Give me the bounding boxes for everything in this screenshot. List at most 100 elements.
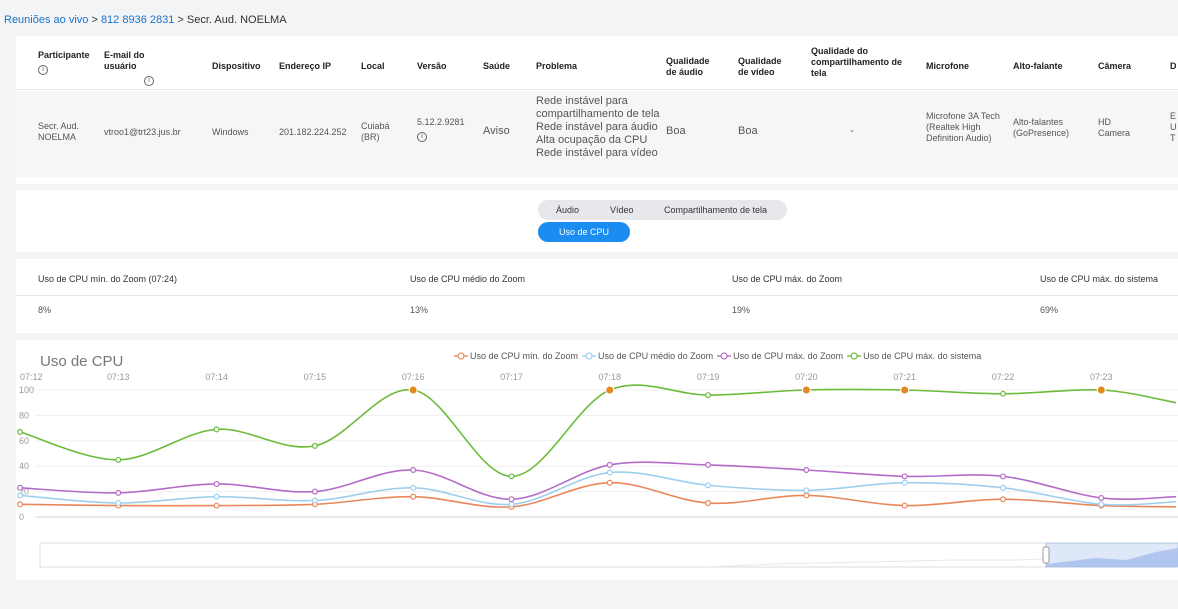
data-point	[410, 493, 417, 500]
cpu-stats: Uso de CPU mín. do Zoom (07:24) Uso de C…	[16, 259, 1178, 333]
col-qualidade-compartilhamento: Qualidade do compartilhamento de tela	[811, 46, 902, 79]
stat-label-system: Uso de CPU máx. do sistema	[1040, 274, 1159, 284]
cell-next-line2: U	[1170, 122, 1177, 132]
data-point	[508, 473, 515, 480]
tab-uso-de-cpu[interactable]: Uso de CPU	[538, 222, 630, 242]
x-tick-label: 07:12	[20, 372, 43, 382]
data-point	[705, 482, 712, 489]
data-point	[16, 492, 24, 499]
breadcrumb-link-meeting-id[interactable]: 812 8936 2831	[101, 14, 174, 26]
tab-compartilhamento[interactable]: Compartilhamento de tela	[664, 200, 767, 220]
data-point	[16, 428, 24, 435]
cell-local-line1: Cuiabá	[361, 121, 390, 131]
data-point	[115, 489, 122, 496]
problem-item: compartilhamento de tela	[536, 108, 660, 120]
divider	[16, 295, 1178, 296]
data-point	[311, 442, 318, 449]
cell-alto-falante: Alto-falantes (GoPresence)	[1013, 117, 1069, 139]
y-tick-label: 80	[19, 410, 29, 420]
data-point	[803, 487, 810, 494]
data-point	[1098, 494, 1105, 501]
metric-tabs: Áudio Vídeo Compartilhamento de tela Uso…	[16, 190, 1178, 252]
data-point	[999, 496, 1006, 503]
info-icon[interactable]: i	[38, 65, 48, 75]
x-tick-label: 07:23	[1090, 372, 1113, 382]
cell-qualidade-compartilhamento: -	[850, 125, 854, 137]
problem-item: Alta ocupação da CPU	[536, 134, 648, 146]
participants-table: Participante i E-mail do usuário i Disposi…	[16, 36, 1178, 184]
y-tick-label: 100	[19, 385, 34, 395]
data-point	[410, 467, 417, 474]
col-dispositivo: Dispositivo	[212, 61, 261, 71]
cell-camera-line1: HD	[1098, 117, 1111, 127]
cell-participante-line2: NOELMA	[38, 132, 77, 142]
col-qualidade-comp-line2: compartilhamento de	[811, 57, 903, 67]
cell-alto-falante-line1: Alto-falantes	[1013, 117, 1064, 127]
data-point	[901, 473, 908, 480]
tab-video[interactable]: Vídeo	[610, 200, 634, 220]
cell-dispositivo: Windows	[212, 127, 249, 137]
col-ip: Endereço IP	[279, 61, 332, 71]
legend-marker	[720, 352, 728, 360]
info-icon[interactable]: i	[417, 132, 427, 142]
cell-microfone-line3: Definition Audio)	[926, 133, 992, 143]
x-tick-label: 07:16	[402, 372, 425, 382]
stat-value-avg: 13%	[410, 305, 429, 315]
x-tick-label: 07:17	[500, 372, 523, 382]
problem-item: Rede instável para	[536, 95, 628, 107]
data-point	[410, 484, 417, 491]
cpu-chart-card: Uso de CPU 0 20 40 60 80 100 07:12 07:13 07:14 07…	[16, 340, 1178, 580]
stat-value-min: 8%	[38, 305, 52, 315]
breadcrumb-link-live-meetings[interactable]: Reuniões ao vivo	[4, 14, 88, 26]
data-point	[606, 469, 613, 476]
cell-alto-falante-line2: (GoPresence)	[1013, 128, 1070, 138]
breadcrumb-separator: >	[88, 14, 101, 26]
zoom-navigator	[39, 542, 1178, 568]
table-row[interactable]: Secr. Aud. NOELMA vtroo1@trt23.jus.br Win…	[16, 91, 1178, 177]
y-tick-label: 60	[19, 436, 29, 446]
zoom-handle[interactable]	[1042, 546, 1050, 564]
cell-next-line1: E	[1170, 111, 1177, 121]
data-point	[213, 493, 220, 500]
tab-audio[interactable]: Áudio	[556, 200, 579, 220]
highlight-point	[801, 385, 811, 395]
highlight-point	[408, 385, 418, 395]
col-next: D	[1170, 61, 1177, 71]
legend-label: Uso de CPU mín. do Zoom	[470, 351, 578, 361]
cell-problema: Rede instável para compartilhamento de t…	[536, 95, 660, 160]
breadcrumb-separator: >	[174, 14, 187, 26]
data-point	[311, 488, 318, 495]
cell-participante-line1: Secr. Aud.	[38, 121, 80, 131]
data-point	[115, 456, 122, 463]
y-tick-label: 40	[19, 461, 29, 471]
cell-microfone-line2: (Realtek High	[926, 122, 981, 132]
page: Reuniões ao vivo > 812 8936 2831 > Secr.…	[0, 0, 1178, 609]
col-problema: Problema	[536, 61, 578, 71]
info-icon[interactable]: i	[144, 76, 154, 86]
x-tick-label: 07:18	[599, 372, 622, 382]
col-participante-label: Participante	[38, 50, 90, 60]
data-point	[508, 496, 515, 503]
legend-marker	[850, 352, 858, 360]
problem-item: Rede instável para áudio	[536, 121, 658, 133]
col-qualidade-video: Qualidade de vídeo	[738, 56, 782, 78]
series-line-3	[19, 461, 1177, 501]
x-tick-label: 07:19	[697, 372, 720, 382]
data-point	[999, 473, 1006, 480]
cell-local-line2: (BR)	[361, 132, 380, 142]
col-camera: Câmera	[1098, 61, 1132, 71]
cell-qualidade-audio: Boa	[666, 125, 686, 137]
x-tick-label: 07:20	[795, 372, 818, 382]
cell-camera-line2: Camera	[1098, 128, 1131, 138]
data-point	[901, 479, 908, 486]
col-qualidade-audio: Qualidade de áudio	[666, 56, 710, 78]
col-qualidade-video-line1: Qualidade	[738, 56, 782, 66]
stat-label-avg: Uso de CPU médio do Zoom	[410, 274, 526, 284]
cell-microfone: Microfone 3A Tech (Realtek High Definition…	[926, 111, 1000, 144]
table-header: Participante i E-mail do usuário i Disposi…	[16, 36, 1178, 90]
data-point	[803, 492, 810, 499]
cell-qualidade-video: Boa	[738, 125, 758, 137]
data-point	[1098, 501, 1105, 508]
legend-marker	[457, 352, 465, 360]
data-point	[705, 500, 712, 507]
